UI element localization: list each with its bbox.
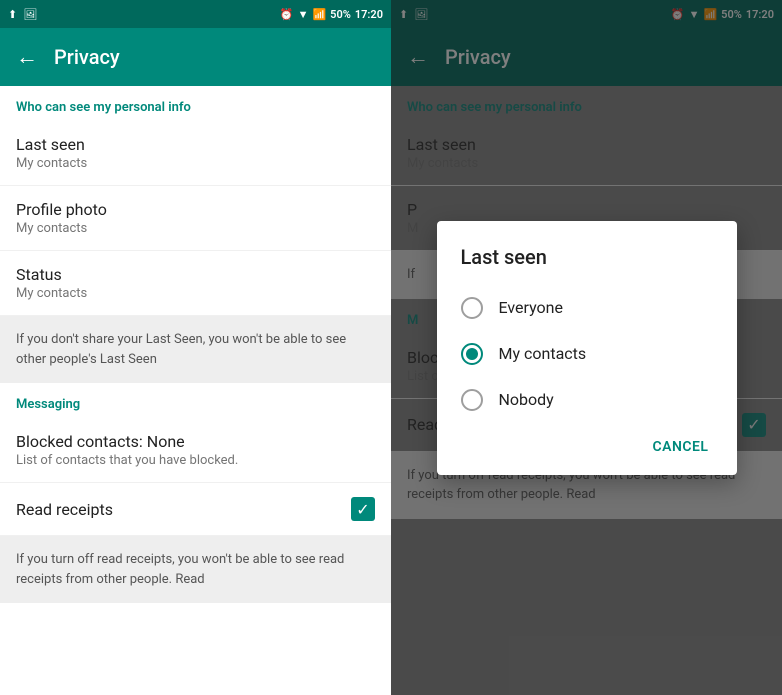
upload-icon: ⬆ <box>8 8 17 21</box>
read-receipts-item[interactable]: Read receipts ✓ <box>0 483 391 536</box>
page-title-left: Privacy <box>54 45 120 69</box>
alarm-icon: ⏰ <box>280 8 294 21</box>
status-bar-left: ⬆ 🖼 ⏰ ▼ 📶 50% 17:20 <box>0 0 391 28</box>
radio-label-everyone: Everyone <box>499 298 563 317</box>
read-receipts-note: If you turn off read receipts, you won't… <box>0 536 391 603</box>
radio-my-contacts[interactable]: My contacts <box>437 331 737 377</box>
right-panel: ⬆ 🖼 ⏰ ▼ 📶 50% 17:20 ← Privacy Who can se… <box>391 0 782 695</box>
last-seen-dialog: Last seen Everyone My contacts Nobody CA… <box>437 221 737 475</box>
radio-label-nobody: Nobody <box>499 390 554 409</box>
section-messaging-header: Messaging <box>0 383 391 418</box>
radio-circle-nobody <box>461 389 483 411</box>
profile-photo-value: My contacts <box>16 221 375 236</box>
status-icons-left: ⬆ 🖼 <box>8 8 37 21</box>
battery-label: 50% <box>330 8 351 21</box>
blocked-contacts-value: List of contacts that you have blocked. <box>16 453 375 468</box>
wifi-icon: ▼ <box>298 8 309 21</box>
radio-circle-my-contacts <box>461 343 483 365</box>
blocked-contacts-item[interactable]: Blocked contacts: None List of contacts … <box>0 418 391 483</box>
read-receipts-label: Read receipts <box>16 500 113 519</box>
status-value: My contacts <box>16 286 375 301</box>
radio-label-my-contacts: My contacts <box>499 344 587 363</box>
header-left: ← Privacy <box>0 28 391 86</box>
section-personal-info-header: Who can see my personal info <box>0 86 391 121</box>
content-left: Who can see my personal info Last seen M… <box>0 86 391 695</box>
status-label: Status <box>16 265 375 284</box>
time-left: 17:20 <box>355 8 383 21</box>
back-button-left[interactable]: ← <box>16 44 38 70</box>
radio-circle-everyone <box>461 297 483 319</box>
last-seen-label: Last seen <box>16 135 375 154</box>
read-receipts-checkbox[interactable]: ✓ <box>351 497 375 521</box>
image-icon: 🖼 <box>23 8 37 21</box>
status-item[interactable]: Status My contacts <box>0 251 391 316</box>
radio-everyone[interactable]: Everyone <box>437 285 737 331</box>
blocked-contacts-label: Blocked contacts: None <box>16 432 375 451</box>
left-panel: ⬆ 🖼 ⏰ ▼ 📶 50% 17:20 ← Privacy Who can se… <box>0 0 391 695</box>
last-seen-note: If you don't share your Last Seen, you w… <box>0 316 391 383</box>
profile-photo-item[interactable]: Profile photo My contacts <box>0 186 391 251</box>
status-icons-right: ⏰ ▼ 📶 50% 17:20 <box>280 8 383 21</box>
last-seen-item[interactable]: Last seen My contacts <box>0 121 391 186</box>
cancel-button[interactable]: CANCEL <box>640 431 720 463</box>
modal-actions: CANCEL <box>437 423 737 467</box>
last-seen-value: My contacts <box>16 156 375 171</box>
modal-overlay[interactable]: Last seen Everyone My contacts Nobody CA… <box>391 0 782 695</box>
profile-photo-label: Profile photo <box>16 200 375 219</box>
radio-nobody[interactable]: Nobody <box>437 377 737 423</box>
modal-title: Last seen <box>437 245 737 285</box>
signal-icon: 📶 <box>312 8 326 21</box>
